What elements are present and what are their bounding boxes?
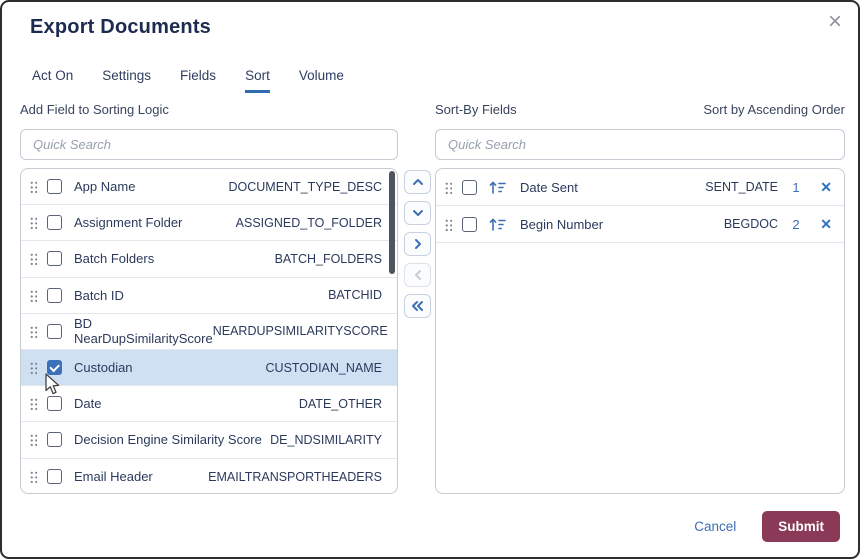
sort-ascending-icon[interactable] [489,217,506,232]
field-code: CUSTODIAN_NAME [265,360,382,375]
field-row[interactable]: Decision Engine Similarity Score DE_NDSI… [21,422,397,459]
tab-sort[interactable]: Sort [245,68,270,93]
dialog-title: Export Documents [30,16,212,38]
drag-handle-icon[interactable] [444,217,452,231]
tab-fields[interactable]: Fields [180,68,216,93]
drag-handle-icon[interactable] [444,180,452,194]
sort-field-name: Begin Number [520,216,604,232]
field-row[interactable]: Batch ID BATCHID [21,278,397,314]
remove-from-sort-button [404,263,431,287]
drag-handle-icon[interactable] [29,397,37,411]
submit-button[interactable]: Submit [762,511,840,542]
field-checkbox[interactable] [47,215,62,231]
cancel-button[interactable]: Cancel [694,519,736,534]
field-name: Decision Engine Similarity Score [74,432,262,448]
field-checkbox[interactable] [47,287,62,303]
drag-handle-icon[interactable] [29,180,37,194]
field-code: EMAILTRANSPORTHEADERS [208,469,382,484]
export-documents-dialog: Export Documents × Act On Settings Field… [0,0,860,559]
field-code: BATCH_FOLDERS [274,251,382,266]
sort-field-checkbox[interactable] [462,216,477,232]
sort-field-row[interactable]: Begin Number BEGDOC 2 ✕ [436,206,844,243]
drag-handle-icon[interactable] [29,361,37,375]
move-to-sort-button[interactable] [404,232,431,256]
field-name: Custodian [74,360,133,376]
move-up-button[interactable] [404,170,431,194]
chevron-up-icon [412,178,424,186]
field-name: Date [74,396,102,412]
field-row[interactable]: Email Header EMAILTRANSPORTHEADERS [21,459,397,494]
double-chevron-left-icon [411,300,424,312]
field-checkbox[interactable] [47,432,62,448]
field-row[interactable]: Assignment Folder ASSIGNED_TO_FOLDER [21,205,397,242]
field-code: BATCHID [328,288,382,303]
field-name: Assignment Folder [74,215,183,231]
sort-field-checkbox[interactable] [462,179,477,195]
scrollbar-thumb[interactable] [389,171,395,274]
left-panel-heading: Add Field to Sorting Logic [20,102,169,117]
field-name: Email Header [74,469,153,485]
available-fields-list: App Name DOCUMENT_TYPE_DESC Assignment F… [20,168,398,494]
tab-act-on[interactable]: Act On [32,68,73,93]
field-name: App Name [74,179,136,195]
drag-handle-icon[interactable] [29,216,37,230]
field-row[interactable]: BD NearDupSimilarityScore NEARDUPSIMILAR… [21,314,397,350]
field-row-custodian[interactable]: Custodian CUSTODIAN_NAME [21,349,397,387]
remove-field-icon[interactable]: ✕ [814,179,832,196]
field-checkbox[interactable] [47,251,62,267]
drag-handle-icon[interactable] [29,288,37,302]
sort-by-fields-panel: Sort-By Fields Sort by Ascending Order D… [435,102,845,494]
chevron-left-icon [414,269,422,281]
tab-settings[interactable]: Settings [102,68,151,93]
sort-order-note: Sort by Ascending Order [703,102,845,117]
sort-field-code: SENT_DATE [705,180,778,194]
field-code: NEARDUPSIMILARITYSCORE [212,324,388,339]
remove-field-icon[interactable]: ✕ [814,216,832,233]
sort-by-fields-list: Date Sent SENT_DATE 1 ✕ Begin Number BEG… [435,168,845,494]
tab-volume[interactable]: Volume [299,68,344,93]
drag-handle-icon[interactable] [29,252,37,266]
sort-field-code: BEGDOC [723,217,778,231]
drag-handle-icon[interactable] [29,470,37,484]
left-quick-search-input[interactable] [20,129,398,160]
field-code: ASSIGNED_TO_FOLDER [235,215,382,230]
field-row[interactable]: Batch Folders BATCH_FOLDERS [21,241,397,278]
drag-handle-icon[interactable] [29,324,37,338]
field-name: Batch Folders [74,251,155,267]
close-icon[interactable]: × [828,10,842,34]
tab-bar: Act On Settings Fields Sort Volume [32,68,344,93]
sort-ascending-icon[interactable] [489,180,506,195]
field-checkbox[interactable] [47,179,62,195]
dialog-footer: Cancel Submit [694,511,840,542]
move-down-button[interactable] [404,201,431,225]
chevron-right-icon [414,238,422,250]
field-checkbox[interactable] [47,469,62,485]
field-checkbox[interactable] [47,323,62,339]
field-name: BD NearDupSimilarityScore [74,316,213,347]
right-quick-search-input[interactable] [435,129,845,160]
transfer-button-column [404,170,431,318]
sort-field-name: Date Sent [520,179,578,195]
field-checkbox[interactable] [47,360,62,376]
field-name: Batch ID [74,287,124,303]
field-row[interactable]: App Name DOCUMENT_TYPE_DESC [21,169,397,206]
available-fields-panel: Add Field to Sorting Logic App Name DOCU… [20,102,398,494]
sort-order-number: 1 [792,179,800,195]
sort-field-row[interactable]: Date Sent SENT_DATE 1 ✕ [436,169,844,206]
field-checkbox[interactable] [47,396,62,412]
field-code: DATE_OTHER [298,396,382,411]
field-code: DE_NDSIMILARITY [270,432,382,447]
right-panel-heading: Sort-By Fields [435,102,517,117]
remove-all-from-sort-button[interactable] [404,294,431,318]
chevron-down-icon [412,209,424,217]
field-row[interactable]: Date DATE_OTHER [21,386,397,423]
sort-order-number: 2 [792,216,800,232]
field-code: DOCUMENT_TYPE_DESC [228,179,383,194]
drag-handle-icon[interactable] [29,433,37,447]
